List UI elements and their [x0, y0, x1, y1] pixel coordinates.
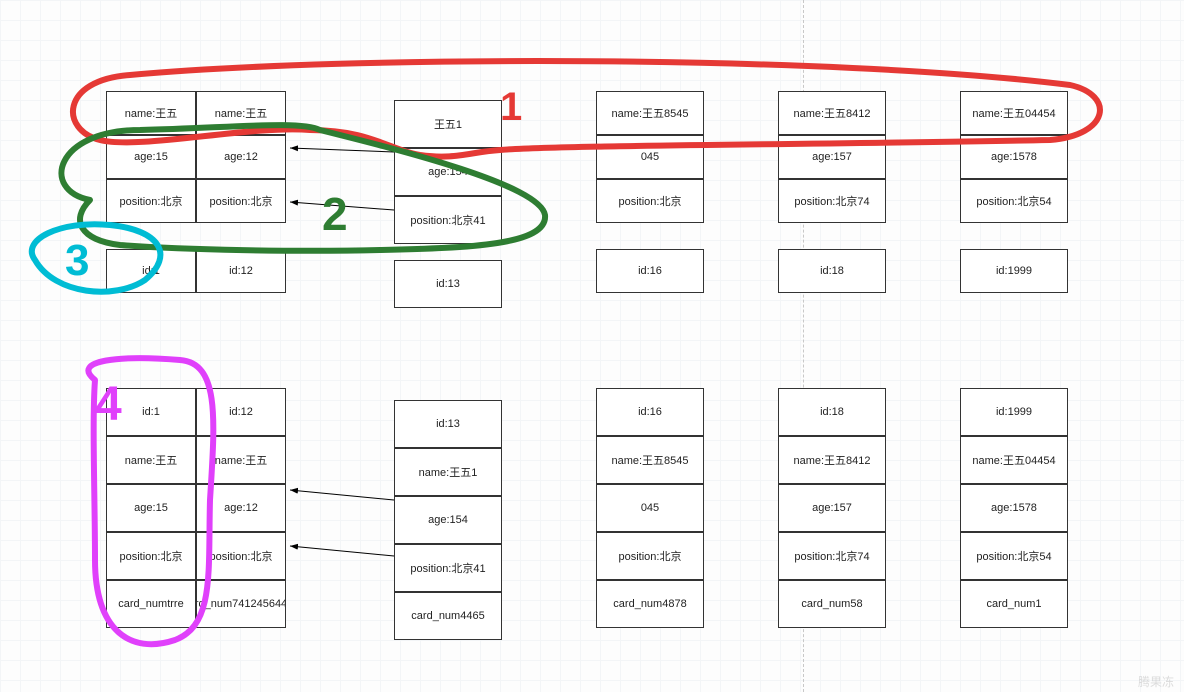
- b2-name: name:王五: [196, 436, 286, 484]
- a6-position: position:北京54: [960, 179, 1068, 223]
- b2-position: position:北京: [196, 532, 286, 580]
- a6-name: name:王五04454: [960, 91, 1068, 135]
- a2-position: position:北京: [196, 179, 286, 223]
- a4-id: id:16: [596, 249, 704, 293]
- b1-position: position:北京: [106, 532, 196, 580]
- label-2: 2: [322, 188, 348, 240]
- b6-id: id:1999: [960, 388, 1068, 436]
- b4-position: position:北京: [596, 532, 704, 580]
- a4-name: name:王五8545: [596, 91, 704, 135]
- a5-id: id:18: [778, 249, 886, 293]
- a1-position: position:北京: [106, 179, 196, 223]
- b4-name: name:王五8545: [596, 436, 704, 484]
- a2-age: age:12: [196, 135, 286, 179]
- a5-position: position:北京74: [778, 179, 886, 223]
- b3-name: name:王五1: [394, 448, 502, 496]
- b4-age: 045: [596, 484, 704, 532]
- b3-card: card_num4465: [394, 592, 502, 640]
- b2-age: age:12: [196, 484, 286, 532]
- a5-age: age:157: [778, 135, 886, 179]
- a6-id: id:1999: [960, 249, 1068, 293]
- b2-id: id:12: [196, 388, 286, 436]
- b5-id: id:18: [778, 388, 886, 436]
- b5-position: position:北京74: [778, 532, 886, 580]
- b6-age: age:1578: [960, 484, 1068, 532]
- b3-age: age:154: [394, 496, 502, 544]
- b1-name: name:王五: [106, 436, 196, 484]
- b6-card: card_num1: [960, 580, 1068, 628]
- b2-card: ard_num7412456448: [196, 580, 286, 628]
- b5-name: name:王五8412: [778, 436, 886, 484]
- b5-age: age:157: [778, 484, 886, 532]
- b4-id: id:16: [596, 388, 704, 436]
- a3-name: 王五1: [394, 100, 502, 148]
- watermark: 腾果冻: [1138, 673, 1174, 690]
- a2-id: id:12: [196, 249, 286, 293]
- a4-position: position:北京: [596, 179, 704, 223]
- b1-id: id:1: [106, 388, 196, 436]
- a2-name: name:王五: [196, 91, 286, 135]
- b3-id: id:13: [394, 400, 502, 448]
- a3-id: id:13: [394, 260, 502, 308]
- b1-card: card_numtrre: [106, 580, 196, 628]
- a1-id: id:1: [106, 249, 196, 293]
- b5-card: card_num58: [778, 580, 886, 628]
- a4-age: 045: [596, 135, 704, 179]
- a3-age: age:154: [394, 148, 502, 196]
- b6-name: name:王五04454: [960, 436, 1068, 484]
- a5-name: name:王五8412: [778, 91, 886, 135]
- b6-position: position:北京54: [960, 532, 1068, 580]
- a6-age: age:1578: [960, 135, 1068, 179]
- label-1: 1: [500, 85, 522, 129]
- a1-name: name:王五: [106, 91, 196, 135]
- a1-age: age:15: [106, 135, 196, 179]
- b4-card: card_num4878: [596, 580, 704, 628]
- b3-position: position:北京41: [394, 544, 502, 592]
- label-3: 3: [65, 236, 89, 285]
- diagram-canvas: { "group_a": { "col1": {"name":"name:王五"…: [0, 0, 1184, 692]
- a3-position: position:北京41: [394, 196, 502, 244]
- b1-age: age:15: [106, 484, 196, 532]
